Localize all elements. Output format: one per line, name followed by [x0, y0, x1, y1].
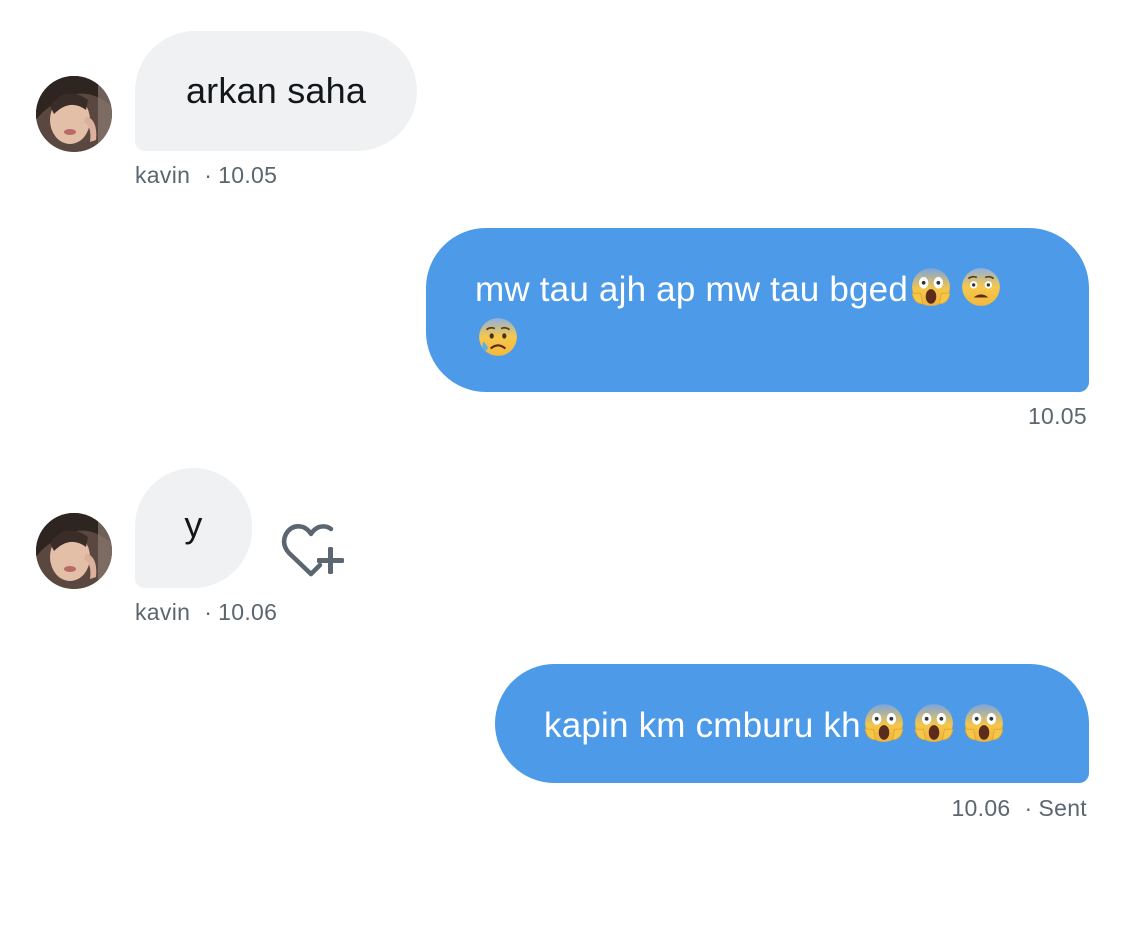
anxious-face-with-sweat-emoji: [477, 316, 519, 358]
separator: ·: [204, 162, 213, 188]
sender-name: kavin: [135, 162, 191, 188]
message-status: Sent: [1038, 795, 1087, 821]
separator: ·: [204, 599, 213, 625]
heart-plus-icon[interactable]: [280, 522, 346, 580]
message-line: [475, 316, 1049, 363]
sender-avatar[interactable]: [36, 513, 112, 589]
message-time: 10.06: [218, 599, 278, 625]
message-time: 10.05: [218, 162, 278, 188]
message-text: kapin km cmburu kh: [544, 706, 861, 745]
fearful-face-emoji: [960, 266, 1002, 308]
message-time: 10.05: [1027, 403, 1087, 429]
message-bubble-incoming[interactable]: y: [135, 468, 252, 588]
message-meta: 10.06 · Sent: [951, 795, 1087, 822]
message-bubble-outgoing[interactable]: mw tau ajh ap mw tau bged: [426, 228, 1089, 392]
screaming-in-fear-emoji: [913, 702, 955, 744]
message-bubble-incoming[interactable]: arkan saha: [135, 31, 417, 151]
message-text: y: [184, 504, 203, 545]
message-text: mw tau ajh ap mw tau bged: [475, 270, 909, 309]
screaming-in-fear-emoji: [910, 266, 952, 308]
message-text: arkan saha: [185, 70, 367, 111]
message-line: mw tau ajh ap mw tau bged: [475, 266, 1049, 313]
separator: ·: [1024, 795, 1033, 821]
message-meta: kavin · 10.06: [135, 599, 277, 626]
screaming-in-fear-emoji: [963, 702, 1005, 744]
sender-avatar[interactable]: [36, 76, 112, 152]
message-meta: 10.05: [1028, 403, 1087, 430]
message-time: 10.06: [951, 795, 1011, 821]
screaming-in-fear-emoji: [863, 702, 905, 744]
message-meta: kavin · 10.05: [135, 162, 277, 189]
message-bubble-outgoing[interactable]: kapin km cmburu kh: [495, 664, 1089, 783]
sender-name: kavin: [135, 599, 191, 625]
